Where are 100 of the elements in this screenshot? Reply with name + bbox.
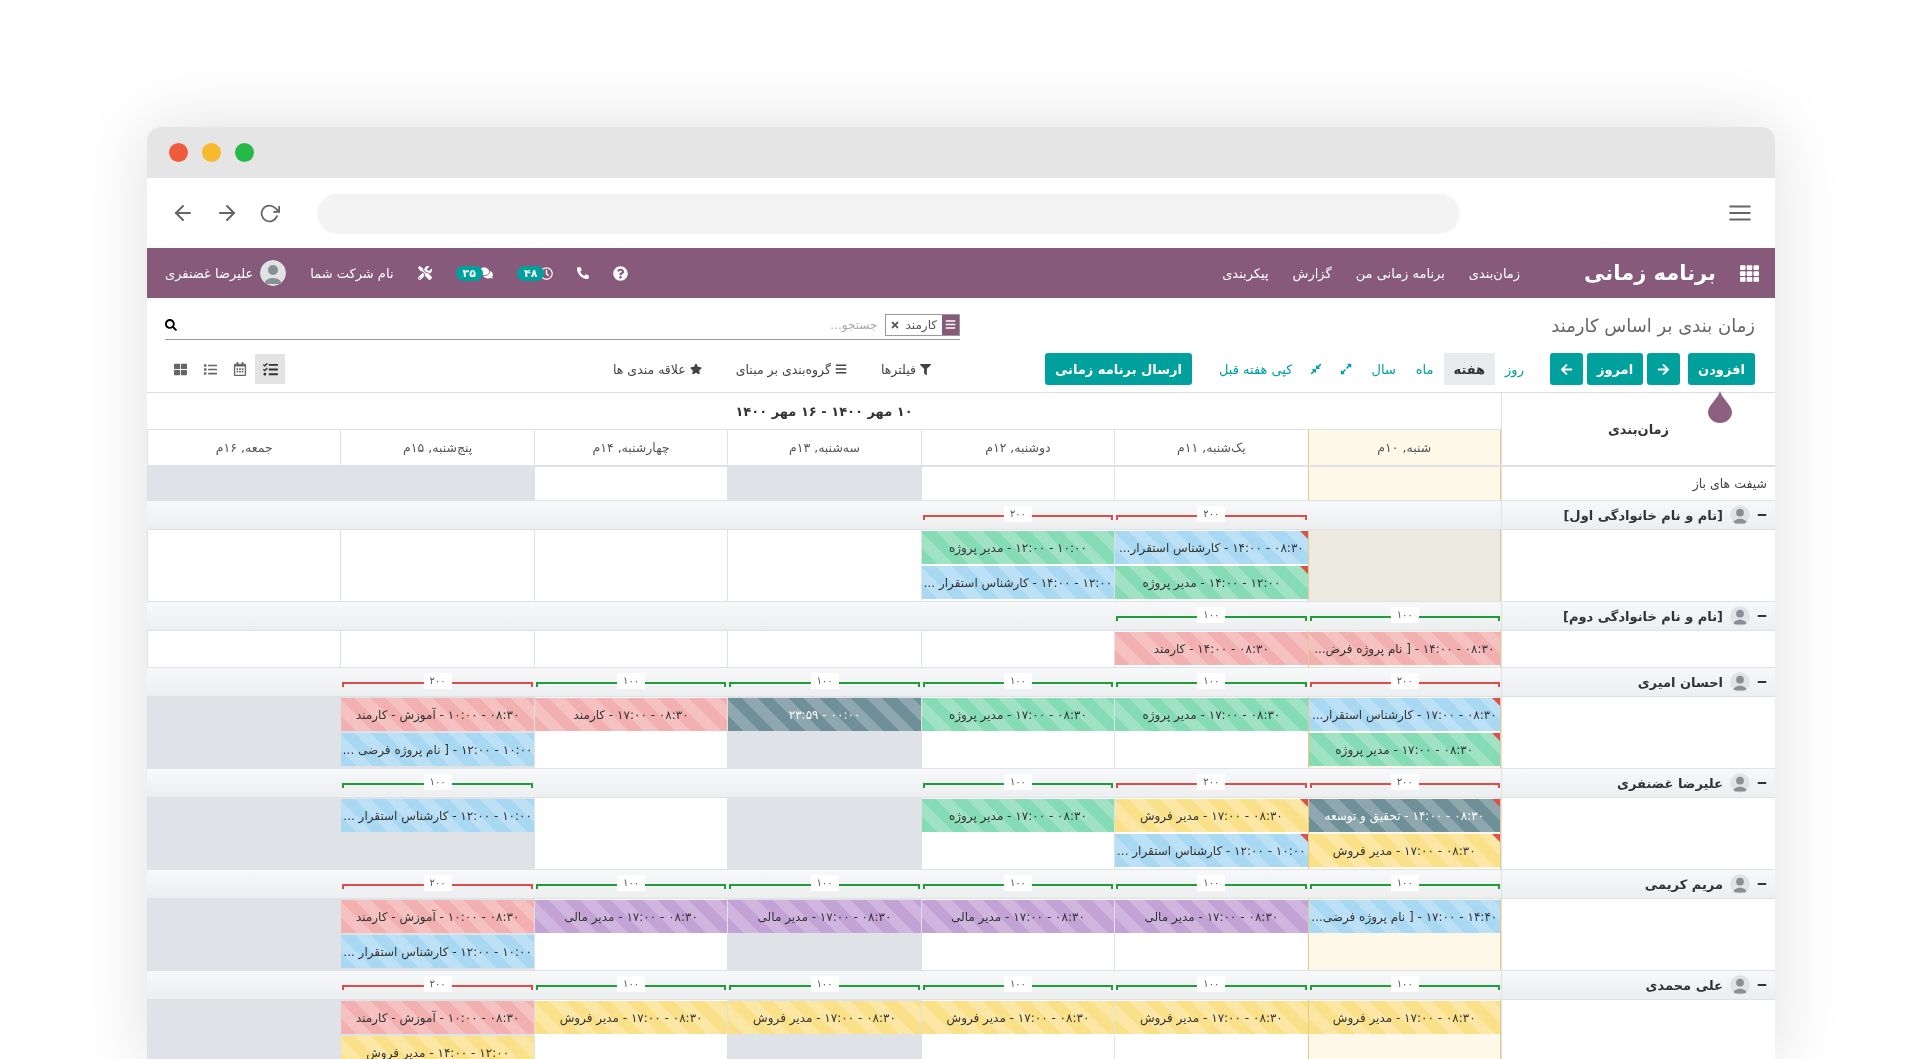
shift-pill[interactable]: ۰۸:۳۰ - ۱۴:۰۰ - کارشناس استقرار...: [1115, 531, 1308, 564]
arrow-right-icon: [1657, 362, 1671, 376]
phone-icon[interactable]: [577, 267, 590, 279]
load-value: ۱۰۰: [1197, 672, 1226, 689]
load-value: ۱۰۰: [810, 975, 839, 992]
load-value: ۱۰۰: [1390, 874, 1419, 891]
employee-name: مریم کریمی: [1644, 876, 1723, 892]
grid-icon: [173, 362, 187, 376]
search-icon[interactable]: [165, 318, 177, 331]
shift-pill[interactable]: ۰۸:۳۰ - ۱۷:۰۰ - مدیر پروژه: [1115, 698, 1308, 731]
shift-pill[interactable]: ۰۸:۳۰ - ۱۰:۰۰ - آموزش - کارمند: [341, 1001, 534, 1034]
user-name[interactable]: علیرضا غضنفری: [165, 265, 254, 281]
search-facet[interactable]: کارمند: [885, 313, 960, 336]
shift-pill[interactable]: ۱۰:۰۰ - ۱۲:۰۰ - کارشناس استقرار ...: [1115, 834, 1308, 867]
avatar: [1730, 975, 1750, 995]
shift-pill[interactable]: ۰۸:۳۰ - ۱۷:۰۰ - مدیر مالی: [921, 900, 1115, 933]
load-value: ۱۰۰: [1003, 975, 1032, 992]
shift-pill[interactable]: ۰۸:۳۰ - ۱۷:۰۰ - مدیر مالی: [728, 900, 921, 933]
shift-pill[interactable]: ۰۸:۳۰ - ۱۷:۰۰ - مدیر فروش: [534, 1001, 728, 1034]
employee-name: احسان امیری: [1637, 674, 1723, 690]
search-field[interactable]: کارمند جستجو...: [165, 310, 960, 340]
load-value: ۲۰۰: [1390, 773, 1419, 790]
load-value: ۱۰۰: [1003, 874, 1032, 891]
menu-item[interactable]: برنامه زمانی من: [1355, 265, 1445, 281]
shift-pill[interactable]: ۰۸:۳۰ - ۱۷:۰۰ - کارمند: [534, 698, 728, 731]
load-value: ۱۰۰: [1390, 975, 1419, 992]
load-value: ۱۰۰: [1003, 773, 1032, 790]
filter-icon: [919, 363, 931, 375]
reload-icon[interactable]: [259, 202, 280, 224]
shift-pill[interactable]: ۰۸:۳۰ - ۱۰:۰۰ - آموزش - کارمند: [341, 900, 534, 933]
employee-name: [نام و نام خانوادگی دوم]: [1562, 608, 1723, 624]
shift-pill[interactable]: ۰۸:۳۰ - ۱۰:۰۰ - آموزش - کارمند: [341, 698, 534, 731]
scale-tab[interactable]: هفته: [1443, 353, 1496, 385]
close-dot[interactable]: [169, 143, 188, 162]
shift-pill[interactable]: ۱۴:۴۰ - ۱۷:۰۰ - [ نام پروژه فرضی...: [1308, 900, 1500, 933]
load-value: ۱۰۰: [1197, 606, 1226, 623]
shift-pill[interactable]: ۰۸:۳۰ - ۱۷:۰۰ - مدیر فروش: [1308, 834, 1500, 867]
shift-pill[interactable]: ۱۰:۰۰ - ۱۲:۰۰ - کارشناس استقرار ...: [341, 799, 534, 832]
load-value: ۱۰۰: [1197, 975, 1226, 992]
shift-pill[interactable]: ۰۸:۳۰ - ۱۷:۰۰ - مدیر فروش: [1115, 1001, 1308, 1034]
next-button[interactable]: [1549, 353, 1583, 385]
menu-item[interactable]: گزارش: [1292, 265, 1332, 281]
shift-pill[interactable]: ۰۸:۳۰ - ۱۷:۰۰ - مدیر پروژه: [921, 799, 1115, 832]
search-input[interactable]: جستجو...: [183, 316, 880, 333]
day-header: شنبه, ۱۰م: [1307, 430, 1501, 465]
search-option[interactable]: گروه‌بندی بر مبنای: [729, 360, 853, 378]
calendar-icon: [233, 362, 247, 376]
shift-pill[interactable]: ۰۸:۳۰ - ۱۷:۰۰ - کارشناس استقرار...: [1308, 698, 1500, 731]
app-title: برنامه زمانی: [1584, 261, 1716, 285]
maximize-dot[interactable]: [235, 143, 254, 162]
load-value: ۱۰۰: [810, 874, 839, 891]
collapse-icon: [1310, 363, 1323, 375]
clock-icon[interactable]: [540, 266, 554, 280]
shift-pill[interactable]: ۰۸:۳۰ - ۱۷:۰۰ - مدیر فروش: [1308, 1001, 1500, 1034]
load-value: ۲۰۰: [1197, 505, 1226, 522]
shift-pill[interactable]: ۰۸:۳۰ - ۱۷:۰۰ - مدیر فروش: [921, 1001, 1115, 1034]
load-value: ۱۰۰: [1197, 874, 1226, 891]
option-label: فیلترها: [880, 361, 916, 377]
bars-icon: [834, 363, 847, 375]
load-value: ۱۰۰: [1390, 606, 1419, 623]
tools-icon[interactable]: [417, 266, 432, 280]
shift-pill[interactable]: ۰۸:۳۰ - ۱۷:۰۰ - مدیر پروژه: [921, 698, 1115, 731]
employee-name: [نام و نام خانوادگی اول]: [1563, 507, 1723, 523]
shift-pill[interactable]: ۰۸:۳۰ - ۱۷:۰۰ - مدیر پروژه: [1308, 733, 1500, 766]
load-value: ۱۰۰: [423, 773, 452, 790]
menu-item[interactable]: زمان‌بندی: [1468, 265, 1521, 281]
load-value: ۲۰۰: [1390, 672, 1419, 689]
load-value: ۱۰۰: [810, 672, 839, 689]
minimize-dot[interactable]: [202, 143, 221, 162]
shift-pill[interactable]: ۱۲:۰۰ - ۱۴:۰۰ - کارشناس استقرار ...: [921, 566, 1115, 599]
shift-pill[interactable]: ۰۸:۳۰ - ۱۷:۰۰ - مدیر مالی: [1115, 900, 1308, 933]
employee-name: علی محمدی: [1645, 977, 1723, 993]
shift-pill[interactable]: ۰۸:۳۰ - ۱۷:۰۰ - مدیر فروش: [728, 1001, 921, 1034]
shift-pill[interactable]: ۰۸:۳۰ - ۱۴:۰۰ - [ نام پروژه فرض...: [1308, 632, 1500, 665]
apps-icon[interactable]: [1740, 263, 1759, 283]
shift-pill[interactable]: ۱۰:۰۰ - ۱۲:۰۰ - کارشناس استقرار ...: [341, 935, 534, 968]
star-icon: [689, 363, 702, 375]
message-count: ۳۵: [455, 265, 483, 281]
load-value: ۲۰۰: [423, 672, 452, 689]
activity-count: ۴۸: [516, 265, 545, 281]
previous-button[interactable]: [1647, 353, 1681, 385]
load-value: ۲۰۰: [423, 874, 452, 891]
expand-icon: [1340, 363, 1353, 375]
close-icon[interactable]: [890, 319, 901, 330]
shift-pill[interactable]: ۱۲:۰۰ - ۱۴:۰۰ - مدیر پروژه: [1115, 566, 1308, 599]
shift-pill[interactable]: ۰۸:۳۰ - ۱۷:۰۰ - مدیر مالی: [534, 900, 728, 933]
shift-pill[interactable]: ۱۲:۰۰ - ۱۴:۰۰ - مدیر فروش: [341, 1036, 534, 1059]
company-name[interactable]: نام شرکت شما: [310, 265, 394, 281]
shift-pill[interactable]: ۱۰:۰۰ - ۱۲:۰۰ - مدیر پروژه: [921, 531, 1115, 564]
help-icon[interactable]: [613, 265, 629, 281]
avatar: [1730, 773, 1750, 793]
search-option[interactable]: علاقه مندی ها: [607, 360, 708, 378]
shift-pill[interactable]: ۰۸:۳۰ - ۱۴:۰۰ - کارمند: [1115, 632, 1308, 665]
avatar: [1730, 672, 1750, 692]
view-button[interactable]: [255, 354, 285, 384]
arrow-left-icon: [1559, 362, 1573, 376]
search-option[interactable]: فیلترها: [874, 360, 937, 378]
menu-item[interactable]: پیکربندی: [1222, 265, 1269, 281]
shift-pill[interactable]: ۰۸:۳۰ - ۱۷:۰۰ - مدیر فروش: [1115, 799, 1308, 832]
shift-pill[interactable]: ۱۰:۰۰ - ۱۲:۰۰ - [ نام پروژه فرضی ...: [341, 733, 534, 766]
